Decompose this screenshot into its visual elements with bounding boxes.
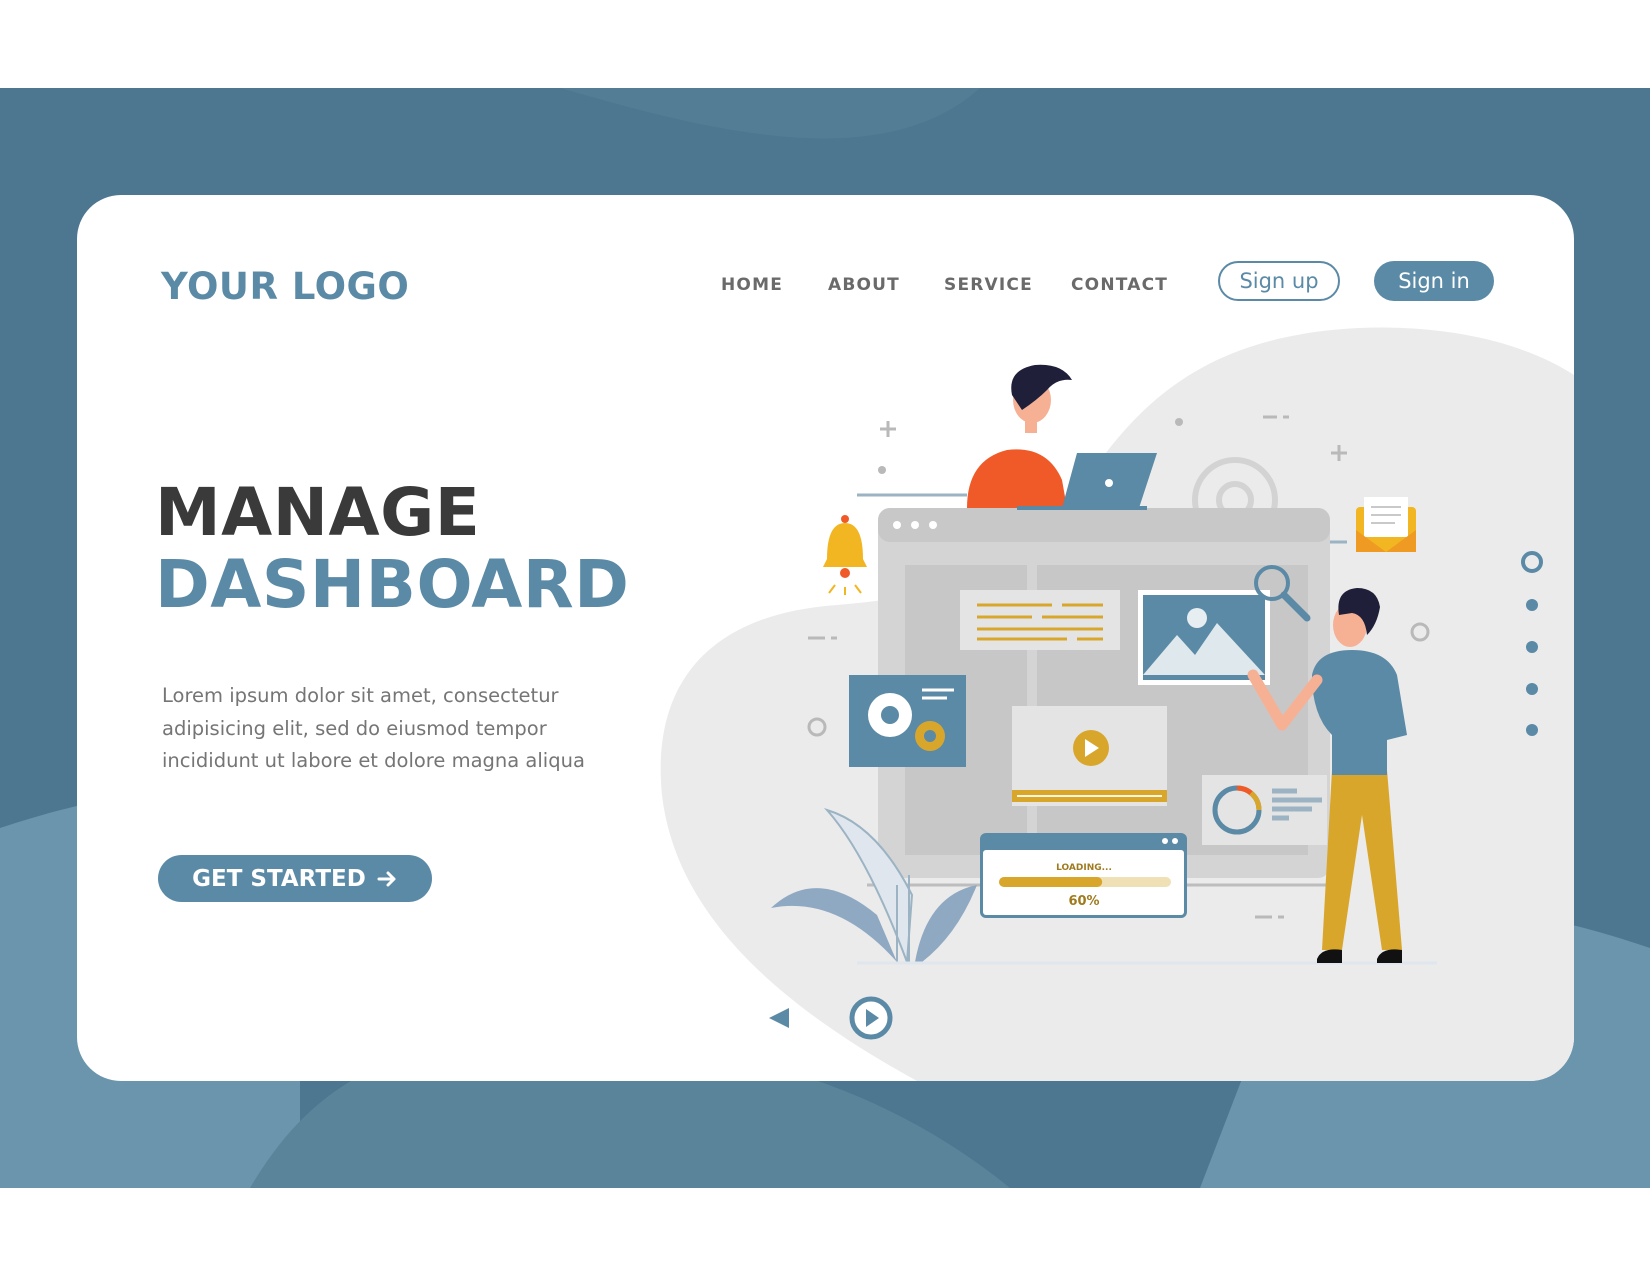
bell-icon [823, 515, 867, 595]
landing-card: YOUR LOGO HOME ABOUT SERVICE CONTACT Sig… [77, 195, 1574, 1081]
triangle-left-icon[interactable] [765, 1003, 795, 1033]
pagination-dot [1526, 599, 1538, 611]
pagination-dot [1526, 724, 1538, 736]
pagination-dots[interactable] [1517, 550, 1547, 740]
loading-progress-fill [999, 877, 1103, 887]
person-with-laptop [967, 364, 1157, 510]
pagination-dot [1526, 683, 1538, 695]
loading-window: LOADING... 60% [980, 833, 1187, 918]
settings-card [849, 675, 966, 767]
envelope-icon [1356, 497, 1416, 552]
play-circle-icon[interactable] [848, 995, 894, 1041]
dashboard-illustration: LOADING... 60% [771, 364, 1437, 965]
pagination-dot [1526, 641, 1538, 653]
pagination-dot-active [1521, 551, 1543, 573]
loading-label: LOADING... [1056, 863, 1112, 873]
loading-percent: 60% [1068, 894, 1099, 909]
